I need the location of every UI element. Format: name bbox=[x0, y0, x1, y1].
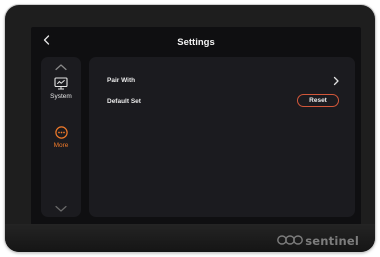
sidebar-item-system[interactable]: System bbox=[41, 77, 81, 100]
more-icon bbox=[41, 126, 81, 139]
sidebar-item-label: More bbox=[53, 142, 69, 149]
chevron-up-icon[interactable] bbox=[41, 63, 81, 71]
row-label: Pair With bbox=[107, 77, 136, 84]
top-bar: Settings bbox=[31, 27, 361, 57]
row-pair-with[interactable]: Pair With bbox=[89, 71, 355, 91]
chevron-down-icon[interactable] bbox=[41, 205, 81, 213]
sidebar-item-label: System bbox=[50, 93, 72, 100]
row-label: Default Set bbox=[107, 98, 141, 105]
page-title: Settings bbox=[177, 37, 215, 48]
sidebar: System More bbox=[41, 57, 81, 217]
sidebar-item-more[interactable]: More bbox=[41, 126, 81, 149]
row-default-set: Default Set Reset bbox=[89, 92, 355, 112]
device-frame: Settings System More Pair With Default S… bbox=[5, 5, 375, 252]
settings-panel: Pair With Default Set Reset bbox=[89, 57, 355, 217]
chevron-right-icon[interactable] bbox=[331, 75, 341, 87]
screen: Settings System More Pair With Default S… bbox=[31, 27, 361, 225]
brand-name: sentinel bbox=[305, 233, 359, 248]
reset-button[interactable]: Reset bbox=[297, 94, 339, 107]
brand-mark-icon bbox=[277, 234, 304, 248]
monitor-icon bbox=[41, 77, 81, 90]
brand-logo: sentinel bbox=[277, 234, 359, 249]
